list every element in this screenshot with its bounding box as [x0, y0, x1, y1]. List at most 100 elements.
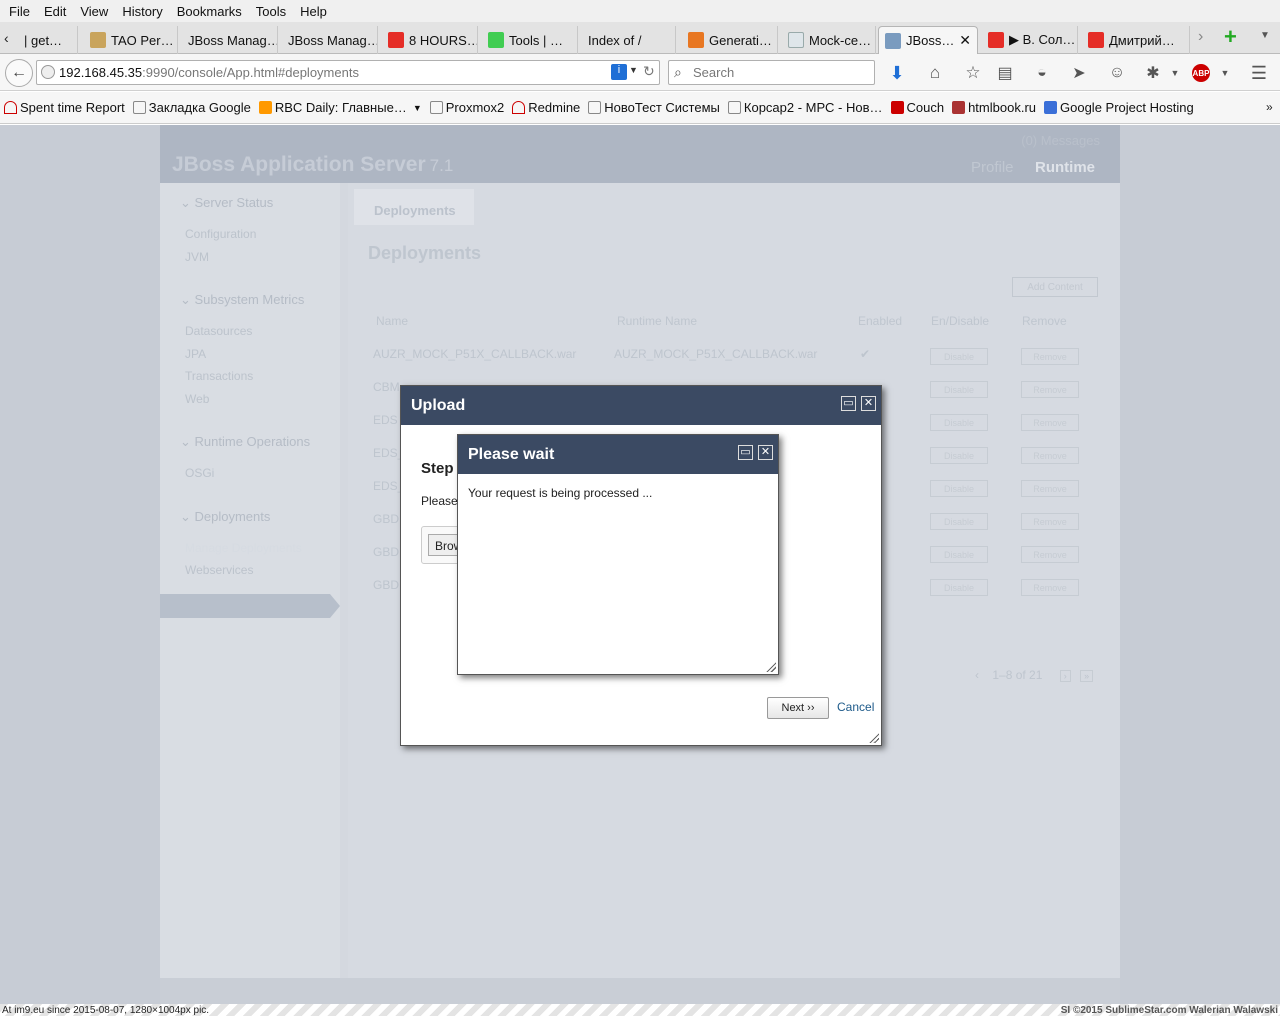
bookmark-item[interactable]: Couch	[890, 100, 944, 115]
tab[interactable]: Дмитрий…	[1082, 26, 1190, 54]
remove-button[interactable]: Remove	[1021, 480, 1079, 497]
disable-button[interactable]: Disable	[930, 579, 988, 596]
bookmarks-overflow-icon[interactable]: »	[1266, 100, 1273, 114]
sidebar-item-datasources[interactable]: Datasources	[185, 324, 252, 338]
remove-button[interactable]: Remove	[1021, 348, 1079, 365]
menu-history[interactable]: History	[115, 4, 169, 19]
sidebar-group-runtime-operations[interactable]: ⌄ Runtime Operations	[180, 434, 310, 450]
disable-button[interactable]: Disable	[930, 447, 988, 464]
maximize-icon[interactable]: ▭	[841, 396, 856, 411]
bookmark-item[interactable]: htmlbook.ru	[952, 100, 1036, 115]
search-input[interactable]: ⌕ Search	[668, 60, 875, 85]
send-icon[interactable]: ➤	[1068, 62, 1090, 84]
resize-grip-icon[interactable]	[868, 732, 879, 743]
tab[interactable]: ▶ В. Сол…	[982, 26, 1078, 54]
last-page-icon[interactable]: »	[1080, 670, 1094, 682]
messages-link[interactable]: (0) Messages	[1021, 133, 1100, 148]
tab[interactable]: Tools | …	[482, 26, 578, 54]
column-header-runtime-name[interactable]: Runtime Name	[617, 314, 697, 328]
column-header-enabled[interactable]: Enabled	[858, 314, 902, 328]
new-tab-icon[interactable]: +	[1224, 24, 1237, 50]
bookmark-item[interactable]: Spent time Report	[4, 100, 125, 115]
bookmark-star-icon[interactable]: ☆	[962, 62, 984, 84]
next-button[interactable]: Next ››	[767, 697, 829, 719]
disable-button[interactable]: Disable	[930, 546, 988, 563]
disable-button[interactable]: Disable	[930, 348, 988, 365]
adblock-icon[interactable]: ABP	[1192, 64, 1210, 82]
tab-scroll-right-icon[interactable]: ›	[1198, 28, 1203, 46]
disable-button[interactable]: Disable	[930, 513, 988, 530]
resize-grip-icon[interactable]	[765, 661, 776, 672]
disable-button[interactable]: Disable	[930, 381, 988, 398]
bookmark-item[interactable]: Redmine	[512, 100, 580, 115]
menu-file[interactable]: File	[2, 4, 37, 19]
bookmark-item[interactable]: Google Project Hosting	[1044, 100, 1194, 115]
nav-runtime[interactable]: Runtime	[1035, 159, 1095, 176]
sidebar-item-jvm[interactable]: JVM	[185, 250, 209, 264]
bookmark-item[interactable]: НовоТест Системы	[588, 100, 720, 115]
tab[interactable]: TAO Per…	[84, 26, 178, 54]
bookmark-item[interactable]: Proxmox2	[429, 100, 504, 115]
cancel-link[interactable]: Cancel	[837, 700, 874, 714]
sidebar-group-server-status[interactable]: ⌄ Server Status	[180, 195, 273, 211]
sidebar-group-deployments[interactable]: ⌄ Deployments	[180, 509, 270, 525]
menu-edit[interactable]: Edit	[37, 4, 73, 19]
tab[interactable]: Mock-ce…	[782, 26, 876, 54]
next-page-icon[interactable]: ›	[1059, 670, 1071, 682]
menu-bookmarks[interactable]: Bookmarks	[170, 4, 249, 19]
adblock-dropdown-icon[interactable]: ▼	[1214, 62, 1236, 84]
page-info-icon[interactable]: i	[611, 64, 627, 80]
menu-help[interactable]: Help	[293, 4, 334, 19]
remove-button[interactable]: Remove	[1021, 414, 1079, 431]
sidebar-item-transactions[interactable]: Transactions	[185, 369, 253, 383]
sidebar-item-web[interactable]: Web	[185, 392, 209, 406]
tab-deployments[interactable]: Deployments	[354, 189, 474, 225]
sidebar-item-jpa[interactable]: JPA	[185, 347, 206, 361]
tab-active[interactable]: JBoss… ✕	[878, 26, 978, 54]
disable-button[interactable]: Disable	[930, 480, 988, 497]
tab[interactable]: JBoss Manag…	[282, 26, 378, 54]
addon-icon[interactable]: ✱	[1142, 62, 1164, 84]
tab[interactable]: | get…	[18, 26, 78, 54]
prev-page-icon[interactable]: ‹	[975, 668, 979, 682]
remove-button[interactable]: Remove	[1021, 579, 1079, 596]
addon-dropdown-icon[interactable]: ▼	[1164, 62, 1186, 84]
tab-scroll-left-icon[interactable]: ‹	[4, 30, 9, 46]
download-icon[interactable]: ⬇	[886, 62, 908, 84]
tab[interactable]: Index of /	[582, 26, 676, 54]
sidebar-item-manage-deployments[interactable]: Manage Deployments	[185, 541, 302, 555]
nav-profile[interactable]: Profile	[971, 159, 1014, 176]
remove-button[interactable]: Remove	[1021, 447, 1079, 464]
remove-button[interactable]: Remove	[1021, 513, 1079, 530]
pocket-icon[interactable]: ◒	[1031, 62, 1053, 84]
bookmark-item[interactable]: Корсар2 - МРС - Нов…	[727, 100, 883, 115]
add-content-button[interactable]: Add Content	[1012, 277, 1098, 297]
tab-close-icon[interactable]: ✕	[959, 32, 971, 49]
sidebar-item-webservices[interactable]: Webservices	[185, 563, 253, 577]
sidebar-group-subsystem-metrics[interactable]: ⌄ Subsystem Metrics	[180, 292, 304, 308]
tab[interactable]: Generati…	[682, 26, 778, 54]
reload-icon[interactable]: ↻	[643, 63, 655, 80]
remove-button[interactable]: Remove	[1021, 546, 1079, 563]
remove-button[interactable]: Remove	[1021, 381, 1079, 398]
bookmark-item[interactable]: RBC Daily: Главные… ▼	[258, 100, 422, 115]
tab[interactable]: JBoss Manag…	[182, 26, 278, 54]
menu-hamburger-icon[interactable]: ☰	[1248, 62, 1270, 84]
reading-list-icon[interactable]: ▤	[994, 62, 1016, 84]
sidebar-item-osgi[interactable]: OSGi	[185, 466, 214, 480]
home-icon[interactable]: ⌂	[924, 62, 946, 84]
bookmark-item[interactable]: Закладка Google	[132, 100, 251, 115]
chat-icon[interactable]: ☺	[1106, 62, 1128, 84]
disable-button[interactable]: Disable	[930, 414, 988, 431]
column-header-name[interactable]: Name	[376, 314, 408, 328]
close-icon[interactable]: ✕	[861, 396, 876, 411]
tab[interactable]: 8 HOURS…	[382, 26, 478, 54]
list-tabs-icon[interactable]: ▼	[1260, 30, 1270, 41]
close-icon[interactable]: ✕	[758, 445, 773, 460]
menu-tools[interactable]: Tools	[249, 4, 293, 19]
url-bar[interactable]: 192.168.45.35:9990/console/App.html#depl…	[36, 60, 660, 85]
sidebar-item-configuration[interactable]: Configuration	[185, 227, 256, 241]
maximize-icon[interactable]: ▭	[738, 445, 753, 460]
menu-view[interactable]: View	[73, 4, 115, 19]
dropdown-icon[interactable]: ▼	[629, 65, 638, 75]
